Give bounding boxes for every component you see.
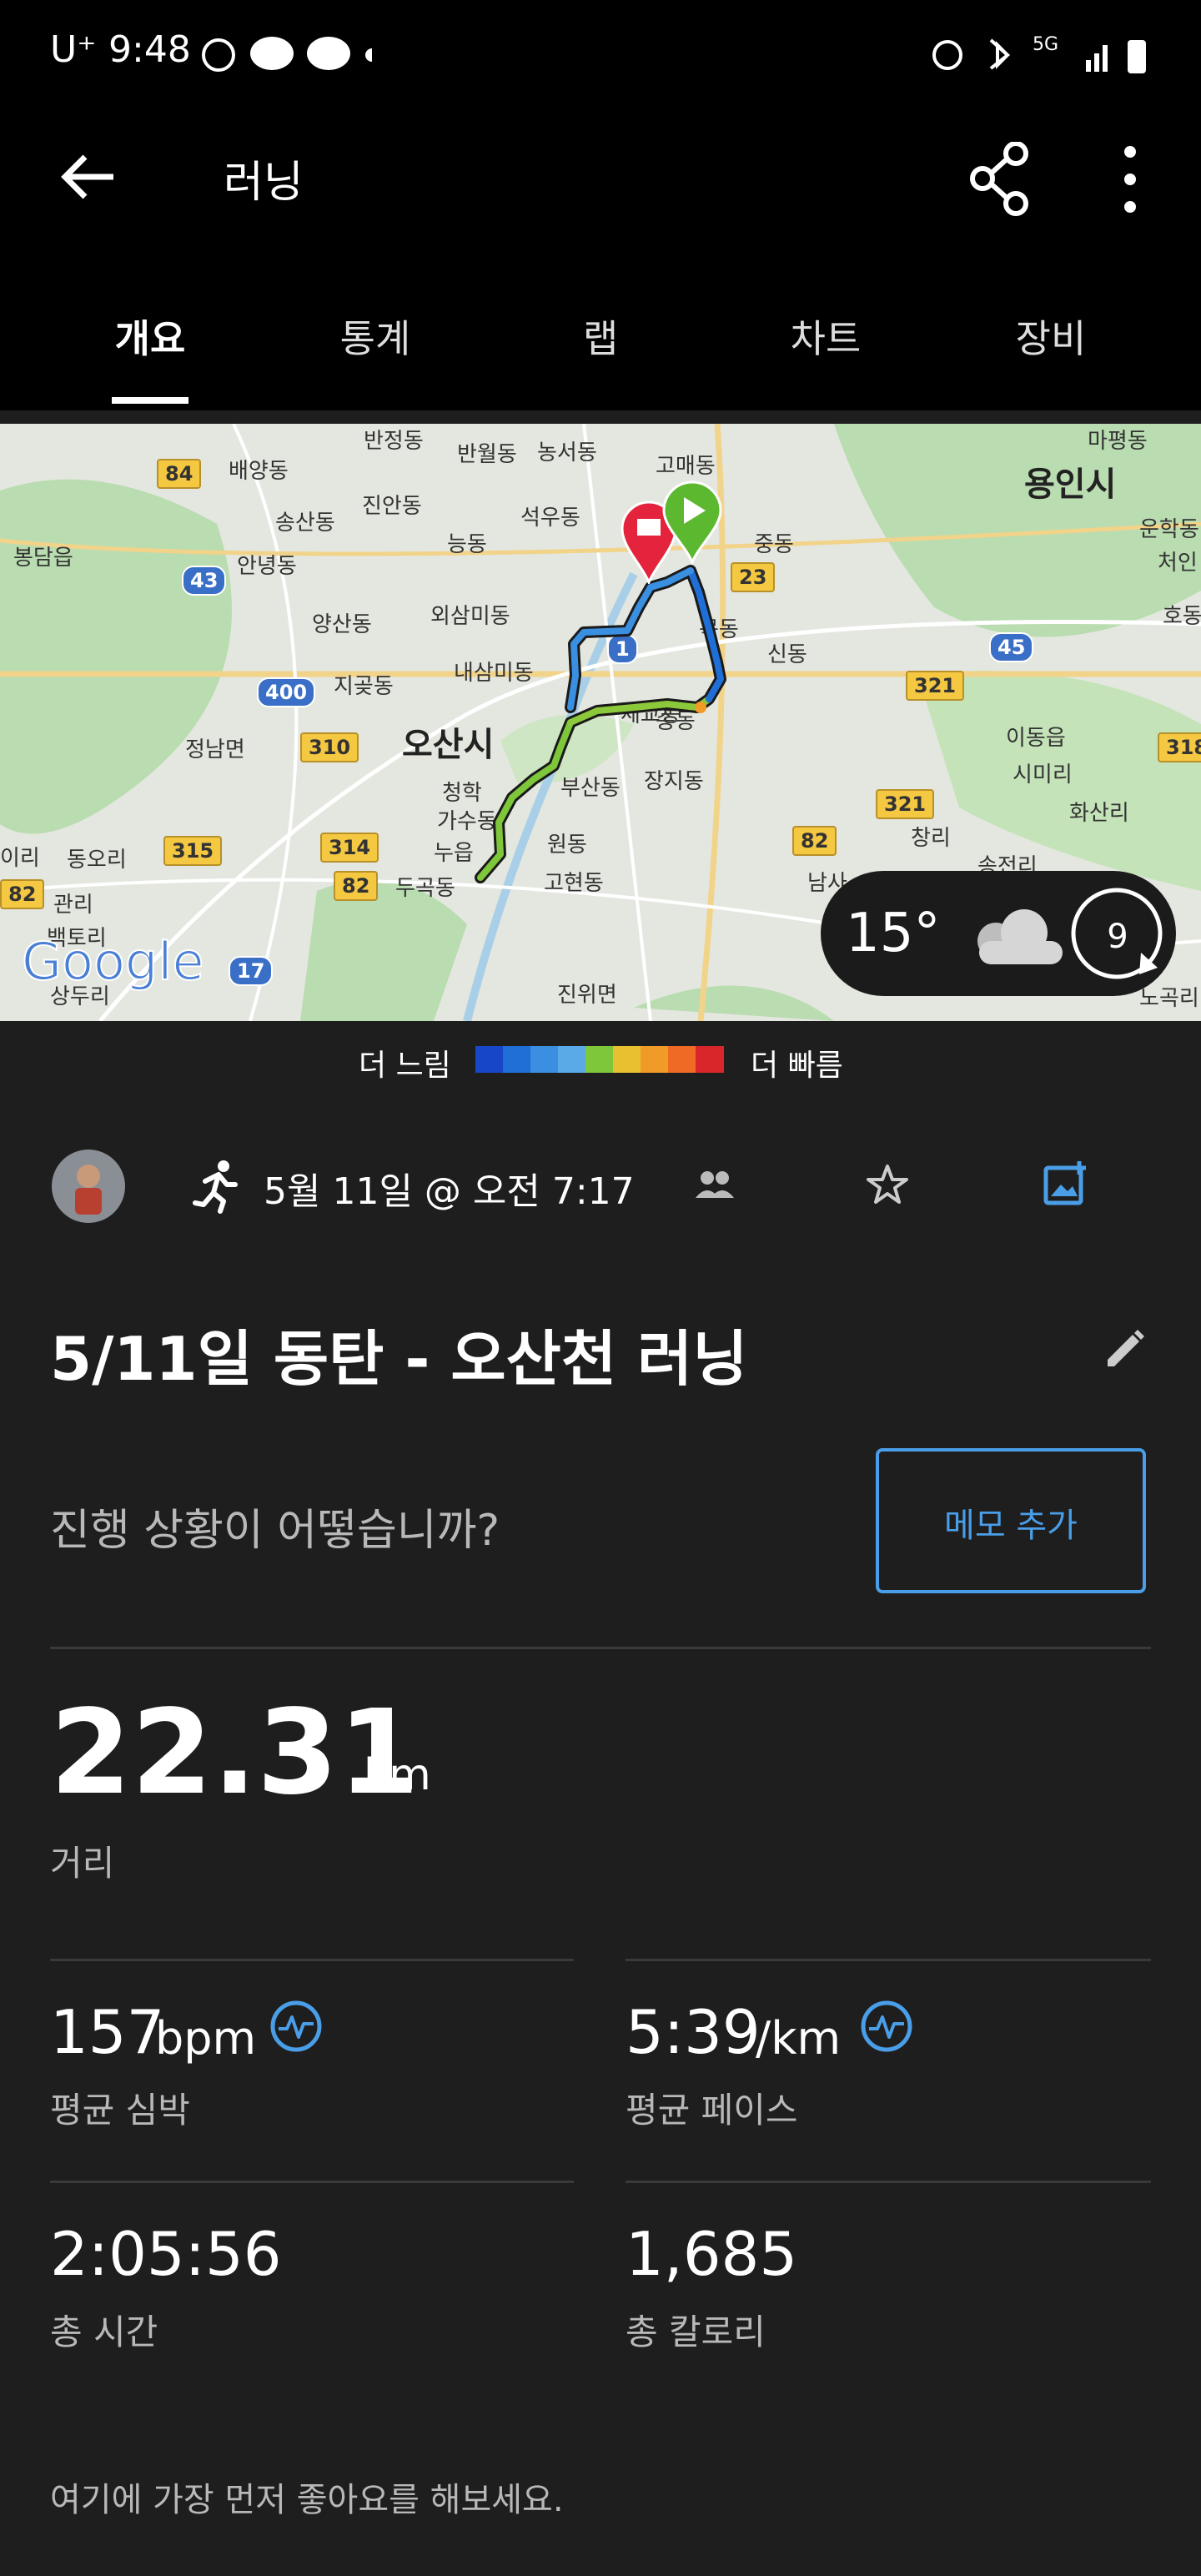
total-time-value: 2:05:56 [50,2219,282,2289]
share-icon[interactable] [967,142,1034,217]
pace-value: 5:39 [626,1997,761,2067]
battery-icon [1128,40,1146,73]
total-time-label: 총 시간 [50,2312,158,2352]
chat-icon [250,37,294,70]
system-icons: 5G [932,34,1146,73]
pace-unit: /km [756,2012,842,2065]
tab-bar: 개요 통계 랩 차트 장비 [0,275,1201,410]
pace-chart-icon[interactable] [859,1999,914,2054]
pace-color-scale [475,1046,724,1073]
distance-unit: km [364,1750,431,1800]
google-logo: Google [21,934,202,993]
progress-prompt: 진행 상황이 어떻습니까? [50,1506,500,1556]
app-bar: 러닝 [0,108,1201,275]
heart-rate-unit: bpm [155,2012,257,2065]
more-options-icon[interactable] [1118,142,1143,217]
star-icon[interactable] [866,1163,909,1206]
legend-swatch [503,1046,531,1073]
heart-rate-chart-icon[interactable] [269,1999,324,2054]
signal-icon [1086,60,1091,72]
people-icon[interactable] [696,1168,734,1201]
wind-speed: 9 [1107,918,1128,956]
tab-stats[interactable]: 통계 [292,309,459,364]
back-arrow-icon[interactable] [55,143,122,210]
avatar[interactable] [50,1148,127,1225]
status-bar: U⁺ 9:48 5G [0,0,1201,108]
tab-laps[interactable]: 랩 [517,309,684,364]
like-prompt[interactable]: 여기에 가장 먼저 좋아요를 해보세요. [50,2473,564,2521]
activity-title: 5/11일 동탄 - 오산천 러닝 [50,1324,748,1394]
notification-icons [202,37,372,72]
legend-swatch [530,1046,559,1073]
bluetooth-icon [989,38,1010,70]
legend-swatch [641,1046,669,1073]
start-pin-icon [662,480,722,564]
divider [50,2181,574,2183]
running-icon [193,1160,238,1214]
tab-charts[interactable]: 차트 [742,309,909,364]
legend-swatch [668,1046,696,1073]
legend-swatch [696,1046,724,1073]
shoe-icon [202,38,235,72]
add-memo-label: 메모 추가 [944,1507,1078,1545]
temperature: 15° [846,903,941,964]
talk-icon [307,37,350,70]
tab-indicator [112,397,188,404]
calories-value: 1,685 [626,2219,798,2289]
heart-rate-label: 평균 심박 [50,2090,190,2131]
activity-date: 5월 11일 @ 오전 7:17 [264,1170,635,1213]
legend-swatch [558,1046,586,1073]
google-logo-text: Google [22,934,202,992]
pace-label: 평균 페이스 [626,2090,798,2131]
page-title: 러닝 [224,158,304,208]
alarm-icon [932,40,962,70]
clock: 9:48 [108,28,191,71]
heart-rate-value: 157 [50,1997,165,2067]
divider [50,1959,574,1961]
tab-overview[interactable]: 개요 [67,309,234,364]
calories-label: 총 칼로리 [626,2312,766,2352]
legend-slow-label: 더 느림 [359,1049,451,1083]
add-memo-button[interactable]: 메모 추가 [876,1448,1146,1593]
legend-swatch [613,1046,641,1073]
pace-legend: 더 느림 더 빠름 [0,1034,1201,1084]
add-photo-icon[interactable] [1043,1160,1089,1206]
divider [626,1959,1151,1961]
weather-badge: 15° 9 [821,871,1176,996]
legend-swatch [585,1046,614,1073]
network-type: 5G [1033,34,1058,55]
distance-label: 거리 [50,1843,115,1884]
divider [626,2181,1151,2183]
tab-gear[interactable]: 장비 [967,309,1134,364]
divider [50,1647,1151,1649]
edit-pencil-icon[interactable] [1101,1323,1148,1370]
legend-fast-label: 더 빠름 [751,1049,843,1083]
legend-swatch [475,1046,504,1073]
carrier-label: U⁺ [50,28,97,71]
cloud-icon [977,909,1063,964]
